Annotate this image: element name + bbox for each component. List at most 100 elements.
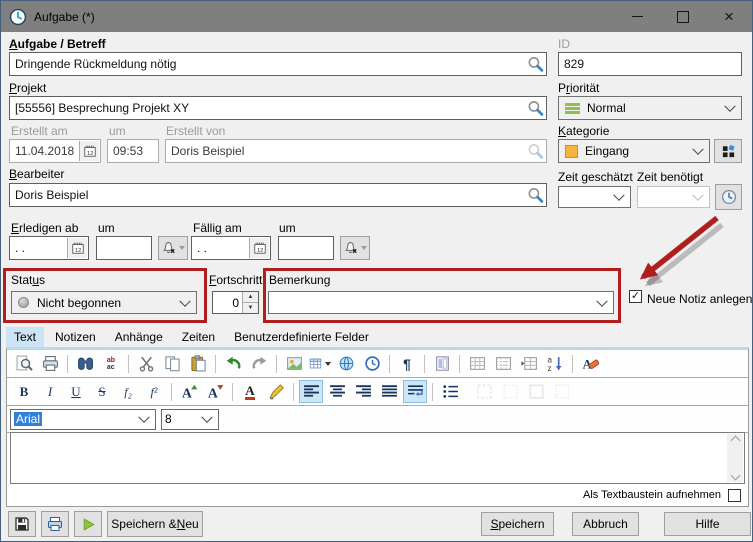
print-button[interactable] — [38, 352, 62, 375]
faellig-am-calendar-button[interactable] — [249, 238, 269, 258]
erledigen-um-input[interactable] — [102, 241, 146, 255]
scroll-down-icon[interactable] — [730, 471, 740, 481]
hyperlink-button[interactable] — [334, 352, 358, 375]
id-input[interactable] — [564, 57, 736, 71]
projekt-search-icon[interactable] — [527, 100, 544, 117]
close-button[interactable]: × — [706, 1, 752, 32]
replace-button[interactable] — [99, 352, 123, 375]
tab-text[interactable]: Text — [6, 327, 44, 347]
bullet-list-button[interactable] — [438, 380, 462, 403]
speichern-button[interactable]: Speichern — [481, 512, 554, 536]
task-dialog-window: Aufgabe (*) × Aufgabe / Betreff ID Proje… — [0, 0, 753, 542]
maximize-button[interactable] — [660, 1, 706, 32]
undo-button[interactable] — [221, 352, 245, 375]
insert-table-button[interactable] — [308, 352, 332, 375]
erledigen-ab-calendar-button[interactable] — [67, 238, 87, 258]
start-button[interactable] — [74, 511, 102, 537]
prioritaet-dropdown[interactable]: Normal — [558, 96, 742, 120]
underline-button[interactable]: U — [64, 380, 88, 403]
textbaustein-checkbox[interactable] — [728, 489, 741, 502]
aufgabe-input-wrap — [9, 52, 547, 76]
table-columns-icon — [521, 355, 538, 372]
save-button[interactable] — [8, 511, 36, 537]
faellig-um-input[interactable] — [284, 241, 328, 255]
insert-time-button[interactable] — [360, 352, 384, 375]
print-footer-button[interactable] — [41, 511, 69, 537]
editor-scrollbar[interactable] — [727, 434, 743, 482]
erledigen-ab-label: Erledigen ab — [11, 221, 78, 235]
clear-formatting-button[interactable] — [578, 352, 602, 375]
sort-az-button[interactable] — [543, 352, 567, 375]
kategorie-picker-button[interactable] — [714, 139, 742, 163]
um-label-3: um — [279, 221, 296, 235]
copy-button[interactable] — [160, 352, 184, 375]
align-right-icon — [355, 383, 372, 400]
superscript-icon: f² — [151, 386, 158, 398]
table-borders-button[interactable] — [465, 352, 489, 375]
tab-benutzerdefinierte-felder[interactable]: Benutzerdefinierte Felder — [226, 327, 377, 347]
strikethrough-icon: S — [98, 385, 105, 398]
redo-button[interactable] — [247, 352, 271, 375]
undo-icon — [225, 355, 242, 372]
bemerkung-dropdown[interactable] — [268, 291, 614, 314]
fortschritt-spinner[interactable]: 0 ▲ ▼ — [212, 291, 259, 314]
insert-image-button[interactable] — [282, 352, 306, 375]
tab-anhaenge[interactable]: Anhänge — [107, 327, 171, 347]
grow-font-button[interactable] — [177, 380, 201, 403]
table-gridlines-button[interactable] — [491, 352, 515, 375]
zeit-stopwatch-button[interactable] — [715, 184, 742, 210]
tab-zeiten[interactable]: Zeiten — [174, 327, 223, 347]
aufgabe-search-icon[interactable] — [527, 56, 544, 73]
hilfe-button[interactable]: Hilfe — [664, 512, 751, 536]
faellig-reminder-button[interactable] — [340, 236, 370, 260]
superscript-button[interactable]: f² — [142, 380, 166, 403]
abbruch-button[interactable]: Abbruch — [572, 512, 639, 536]
zeit-geschaetzt-dropdown[interactable] — [558, 186, 631, 208]
speichern-neu-button[interactable]: Speichern & Neu — [107, 511, 203, 537]
align-center-button[interactable] — [325, 380, 349, 403]
fortschritt-up-button[interactable]: ▲ — [243, 292, 258, 303]
text-editor-area[interactable] — [10, 432, 745, 484]
cut-button[interactable] — [134, 352, 158, 375]
neue-notiz-checkbox[interactable]: ✓ — [629, 290, 642, 303]
print-preview-button[interactable] — [12, 352, 36, 375]
tab-notizen[interactable]: Notizen — [47, 327, 104, 347]
border-option-3-button — [524, 380, 548, 403]
align-right-button[interactable] — [351, 380, 375, 403]
aufgabe-input[interactable] — [15, 57, 541, 71]
zeit-geschaetzt-label: Zeit geschätzt — [558, 170, 633, 184]
find-button[interactable] — [73, 352, 97, 375]
text-frame-button[interactable] — [430, 352, 454, 375]
italic-button[interactable]: I — [38, 380, 62, 403]
paste-button[interactable] — [186, 352, 210, 375]
kategorie-dropdown[interactable]: Eingang — [558, 139, 710, 163]
scroll-up-icon[interactable] — [730, 436, 740, 446]
font-color-button[interactable]: A — [238, 380, 262, 403]
font-family-combo[interactable]: Arial — [10, 409, 156, 430]
bearbeiter-input[interactable] — [15, 188, 541, 202]
kategorie-label: Kategorie — [558, 124, 609, 138]
erledigen-reminder-button[interactable] — [158, 236, 188, 260]
minimize-button[interactable] — [614, 1, 660, 32]
highlight-button[interactable] — [264, 380, 288, 403]
line-break-button[interactable] — [403, 380, 427, 403]
fortschritt-down-button[interactable]: ▼ — [243, 303, 258, 313]
strikethrough-button[interactable]: S — [90, 380, 114, 403]
chevron-down-icon — [138, 412, 149, 423]
font-size-combo[interactable]: 8 — [161, 409, 219, 430]
spinner-buttons: ▲ ▼ — [242, 292, 258, 313]
table-columns-button[interactable] — [517, 352, 541, 375]
justify-button[interactable] — [377, 380, 401, 403]
subscript-button[interactable]: f₂ — [116, 380, 140, 403]
kategorie-value: Eingang — [585, 144, 629, 158]
bold-button[interactable]: B — [12, 380, 36, 403]
shrink-font-button[interactable] — [203, 380, 227, 403]
projekt-input[interactable] — [15, 101, 541, 115]
status-dropdown[interactable]: Nicht begonnen — [11, 291, 197, 314]
bearbeiter-search-icon[interactable] — [527, 187, 544, 204]
formatting-marks-button[interactable]: ¶ — [395, 352, 419, 375]
toolbar-separator — [389, 355, 390, 373]
status-value: Nicht begonnen — [37, 296, 121, 310]
align-left-button[interactable] — [299, 380, 323, 403]
font-size-value: 8 — [165, 412, 172, 426]
